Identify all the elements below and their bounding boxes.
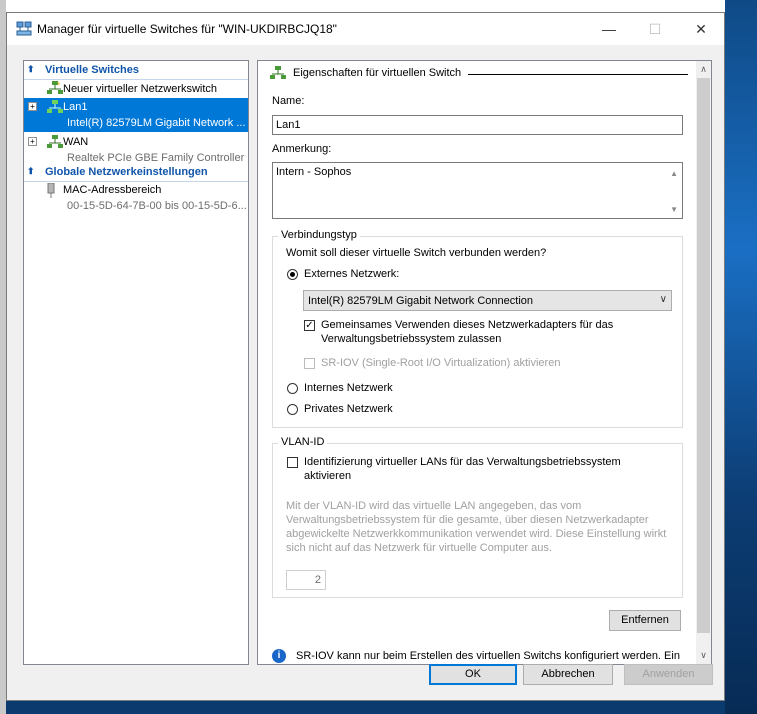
private-network-label: Privates Netzwerk: [304, 403, 393, 415]
chevron-down-icon: ∨: [659, 294, 667, 305]
switch-adapter: Intel(R) 82579LM Gigabit Network ...: [67, 117, 246, 129]
ok-button[interactable]: OK: [429, 664, 517, 685]
sriov-info-text: SR-IOV kann nur beim Erstellen des virtu…: [296, 650, 680, 662]
minimize-button[interactable]: —: [586, 13, 632, 45]
connection-type-group: [272, 236, 683, 428]
collapse-icon[interactable]: ⬆: [27, 166, 35, 177]
vlan-checkbox[interactable]: [287, 457, 298, 468]
scroll-up-icon[interactable]: ∧: [696, 62, 711, 77]
title-bar[interactable]: Manager für virtuelle Switches für "WIN-…: [7, 13, 724, 45]
network-switch-icon: [270, 66, 286, 79]
network-switch-icon: [47, 135, 63, 148]
window-title: Manager für virtuelle Switches für "WIN-…: [37, 22, 337, 36]
section-label: Globale Netzwerkeinstellungen: [45, 166, 208, 178]
vlan-description-line: abgewickelte Netzwerkkommunikation verwe…: [286, 528, 667, 540]
maximize-button[interactable]: ☐: [632, 13, 678, 45]
close-button[interactable]: ✕: [678, 13, 724, 45]
scroll-down-icon[interactable]: ▼: [670, 205, 678, 214]
switch-item-wan[interactable]: + WAN Realtek PCIe GBE Family Controller: [24, 133, 248, 167]
sriov-label: SR-IOV (Single-Root I/O Virtualization) …: [321, 357, 561, 369]
network-adapter-icon: [47, 183, 55, 198]
switch-item-lan1[interactable]: + Lan1 Intel(R) 82579LM Gigabit Network …: [24, 98, 248, 132]
vlan-group-title: VLAN-ID: [278, 436, 328, 448]
mac-address-range-item[interactable]: MAC-Adressbereich 00-15-5D-64-7B-00 bis …: [24, 183, 248, 217]
name-label: Name:: [272, 95, 305, 107]
cancel-button[interactable]: Abbrechen: [523, 664, 613, 685]
properties-scrollbar[interactable]: ∧ ∨: [696, 61, 711, 664]
section-label: Virtuelle Switches: [45, 64, 139, 76]
expand-icon[interactable]: +: [28, 137, 37, 146]
share-adapter-label-line2: Verwaltungsbetriebssystem zulassen: [321, 333, 502, 345]
switch-adapter: Realtek PCIe GBE Family Controller: [67, 152, 245, 164]
switch-manager-icon: [16, 21, 32, 36]
network-switch-icon: [47, 100, 63, 113]
new-switch-label: Neuer virtueller Netzwerkswitch: [63, 83, 218, 95]
adapter-selected-value: Intel(R) 82579LM Gigabit Network Connect…: [308, 295, 534, 307]
vlan-checkbox-label-line2: aktivieren: [304, 470, 352, 482]
name-input[interactable]: Lan1: [272, 115, 683, 135]
collapse-icon[interactable]: ⬆: [27, 64, 35, 75]
internal-network-label: Internes Netzwerk: [304, 382, 393, 394]
sriov-checkbox[interactable]: [304, 358, 315, 369]
apply-button[interactable]: Anwenden: [624, 664, 713, 685]
internal-network-radio[interactable]: [287, 383, 298, 394]
scroll-up-icon[interactable]: ▲: [670, 169, 678, 178]
switch-name: WAN: [63, 136, 89, 148]
vlan-description-line: Verwaltungsbetriebssystem für die gesamt…: [286, 514, 649, 526]
note-label: Anmerkung:: [272, 143, 332, 155]
virtual-switch-manager-dialog: Manager für virtuelle Switches für "WIN-…: [6, 12, 725, 701]
switch-properties-panel: Eigenschaften für virtuellen Switch Name…: [257, 60, 712, 665]
external-network-radio[interactable]: [287, 269, 298, 280]
remove-button[interactable]: Entfernen: [609, 610, 681, 631]
vlan-description-line: sich nicht auf das Netzwerk für virtuell…: [286, 542, 552, 554]
info-icon: i: [272, 649, 286, 663]
section-global-network-settings[interactable]: ⬆ Globale Netzwerkeinstellungen: [24, 164, 248, 182]
svg-text:*: *: [57, 81, 61, 89]
vlan-description-line: Mit der VLAN-ID wird das virtuelle LAN a…: [286, 500, 582, 512]
scroll-thumb[interactable]: [697, 78, 710, 633]
mac-range-value: 00-15-5D-64-7B-00 bis 00-15-5D-6...: [67, 200, 247, 212]
connection-type-title: Verbindungstyp: [278, 229, 360, 241]
properties-header: Eigenschaften für virtuellen Switch: [293, 67, 462, 79]
vlan-id-input[interactable]: 2: [286, 570, 326, 590]
vlan-checkbox-label-line1: Identifizierung virtueller LANs für das …: [304, 456, 621, 468]
header-divider: [468, 74, 688, 75]
note-textarea[interactable]: Intern - Sophos ▲ ▼: [272, 162, 683, 219]
switch-tree-panel: ⬆ Virtuelle Switches * Neuer virtueller …: [23, 60, 249, 665]
desktop-wallpaper: [725, 0, 757, 714]
mac-range-title: MAC-Adressbereich: [63, 184, 162, 196]
adapter-select[interactable]: Intel(R) 82579LM Gigabit Network Connect…: [303, 290, 672, 311]
switch-name: Lan1: [63, 101, 88, 113]
scroll-down-icon[interactable]: ∨: [696, 648, 711, 663]
new-virtual-switch-item[interactable]: * Neuer virtueller Netzwerkswitch: [24, 80, 248, 97]
share-adapter-checkbox[interactable]: ✓: [304, 320, 315, 331]
private-network-radio[interactable]: [287, 404, 298, 415]
share-adapter-label-line1: Gemeinsames Verwenden dieses Netzwerkada…: [321, 319, 614, 331]
connection-question: Womit soll dieser virtuelle Switch verbu…: [286, 247, 547, 259]
expand-icon[interactable]: +: [28, 102, 37, 111]
new-switch-icon: *: [47, 81, 63, 94]
external-network-label: Externes Netzwerk:: [304, 268, 400, 280]
section-virtual-switches[interactable]: ⬆ Virtuelle Switches: [24, 62, 248, 80]
note-value: Intern - Sophos: [276, 166, 352, 178]
